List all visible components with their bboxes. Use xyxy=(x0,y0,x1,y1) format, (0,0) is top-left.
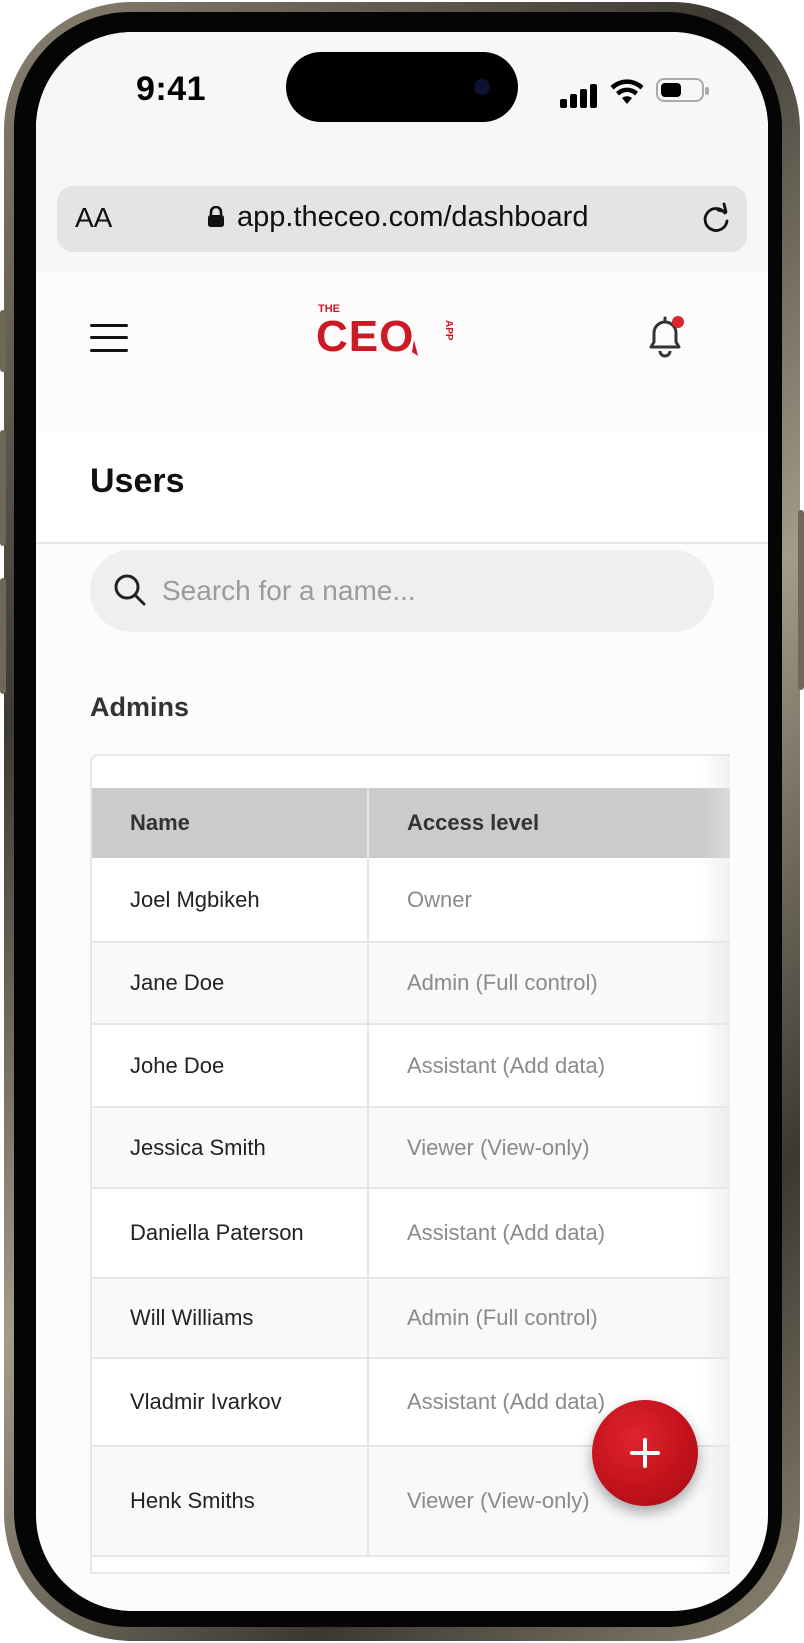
table-row[interactable]: Johe Doe Assistant (Add data) xyxy=(92,1024,730,1108)
action-button xyxy=(0,310,6,372)
dynamic-island xyxy=(286,52,518,122)
cell-access-level: Admin (Full control) xyxy=(368,942,730,1025)
url-text[interactable]: app.theceo.com/dashboard xyxy=(237,201,588,234)
table-row[interactable]: Jessica Smith Viewer (View-only) xyxy=(92,1107,730,1189)
volume-up-button xyxy=(0,430,6,546)
cell-access-level: Admin (Full control) xyxy=(368,1278,730,1359)
text-size-button[interactable]: AA xyxy=(75,202,112,234)
search-icon xyxy=(114,574,146,606)
reload-icon[interactable] xyxy=(699,202,733,236)
volume-down-button xyxy=(0,578,6,694)
search-field[interactable] xyxy=(90,550,714,632)
table-header-row: Name Access level xyxy=(92,788,730,858)
cell-name: Jane Doe xyxy=(92,942,369,1025)
notification-dot xyxy=(672,316,684,328)
power-button xyxy=(798,510,804,690)
cell-name: Johe Doe xyxy=(92,1024,369,1108)
search-input[interactable] xyxy=(162,564,682,618)
section-title-admins: Admins xyxy=(90,692,190,722)
page-title-bar: Users xyxy=(36,432,768,544)
table-row[interactable]: Will Williams Admin (Full control) xyxy=(92,1278,730,1359)
screen: 9:41 AA app.theceo.com/dashboard THE CEO… xyxy=(36,32,768,1611)
cell-name: Henk Smiths xyxy=(92,1446,369,1557)
cell-access-level: Assistant (Add data) xyxy=(368,1188,730,1279)
svg-text:APP: APP xyxy=(443,320,454,341)
table-row[interactable]: Joel Mgbikeh Owner xyxy=(92,858,730,943)
status-bar: 9:41 xyxy=(36,32,768,162)
svg-text:CEO: CEO xyxy=(316,312,414,361)
table-row[interactable]: Jane Doe Admin (Full control) xyxy=(92,942,730,1025)
app-header: THE CEO APP xyxy=(36,272,768,432)
cell-name: Joel Mgbikeh xyxy=(92,858,369,943)
address-bar[interactable]: AA app.theceo.com/dashboard xyxy=(57,186,747,252)
notification-bell-icon[interactable] xyxy=(642,314,688,360)
plus-icon-vertical xyxy=(643,1438,647,1468)
cell-name: Daniella Paterson xyxy=(92,1188,369,1279)
browser-toolbar: AA app.theceo.com/dashboard xyxy=(36,162,768,272)
page-title: Users xyxy=(90,462,185,500)
wifi-icon xyxy=(610,79,644,104)
table-row[interactable]: Daniella Paterson Assistant (Add data) xyxy=(92,1188,730,1279)
cell-access-level: Owner xyxy=(368,858,730,943)
cell-access-level: Assistant (Add data) xyxy=(368,1024,730,1108)
battery-icon xyxy=(656,78,709,102)
cellular-signal-icon xyxy=(560,82,598,108)
column-header-access-level[interactable]: Access level xyxy=(368,788,730,858)
cell-name: Jessica Smith xyxy=(92,1107,369,1189)
scroll-fade xyxy=(700,756,730,1572)
add-user-button[interactable] xyxy=(592,1400,698,1506)
lock-icon xyxy=(208,206,224,227)
cell-name: Will Williams xyxy=(92,1278,369,1359)
column-header-name[interactable]: Name xyxy=(92,788,369,858)
status-time: 9:41 xyxy=(136,70,207,108)
hamburger-menu-icon[interactable] xyxy=(90,322,128,354)
cell-name: Vladmir Ivarkov xyxy=(92,1358,369,1447)
cell-access-level: Viewer (View-only) xyxy=(368,1107,730,1189)
ceo-app-logo: THE CEO APP xyxy=(316,303,454,361)
